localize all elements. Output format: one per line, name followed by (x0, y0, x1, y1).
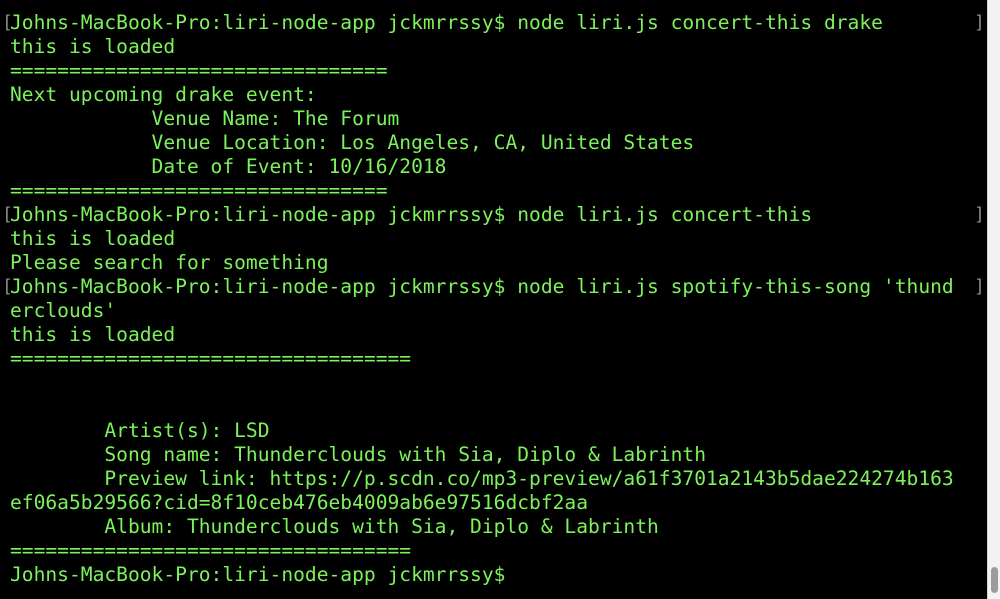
line-text: erclouds' (10, 299, 117, 322)
terminal-window[interactable]: [] Johns-MacBook-Pro:liri-node-app jckmrr… (0, 0, 1000, 599)
line-text: Preview link: https://p.scdn.co/mp3-prev… (10, 467, 954, 490)
output-line: this is loaded (0, 35, 990, 59)
output-line: ================================ (0, 59, 990, 83)
mark-bracket-left: [ (2, 204, 13, 225)
line-text: Next upcoming drake event: (10, 83, 317, 106)
mark-bracket-right: ] (974, 276, 985, 297)
line-text: ================================== (10, 347, 412, 370)
line-text: ================================== (10, 539, 412, 562)
mark-bracket-right: ] (974, 204, 985, 225)
line-text: Date of Event: 10/16/2018 (10, 155, 447, 178)
output-line: Date of Event: 10/16/2018 (0, 155, 990, 179)
line-text (0, 395, 10, 418)
line-text: this is loaded (10, 323, 176, 346)
scrollbar-thumb[interactable] (991, 567, 998, 593)
line-text: Artist(s): LSD (10, 419, 270, 442)
line-text: this is loaded (10, 35, 176, 58)
output-line: erclouds' (0, 299, 990, 323)
prompt-line: [] Johns-MacBook-Pro:liri-node-app jckmrr… (0, 275, 990, 299)
prompt-line: [] Johns-MacBook-Pro:liri-node-app jckmrr… (0, 203, 990, 227)
vertical-scrollbar[interactable] (987, 0, 1000, 599)
terminal-output[interactable]: [] Johns-MacBook-Pro:liri-node-app jckmrr… (0, 11, 990, 587)
line-text: ================================ (10, 179, 388, 202)
output-line: ================================ (0, 179, 990, 203)
output-line (0, 395, 990, 419)
line-text: Johns-MacBook-Pro:liri-node-app jckmrrss… (10, 563, 506, 586)
line-text: Album: Thunderclouds with Sia, Diplo & L… (10, 515, 659, 538)
line-text (0, 371, 10, 394)
mark-bracket-left: [ (2, 276, 13, 297)
line-text: this is loaded (10, 227, 176, 250)
mark-bracket-right: ] (974, 12, 985, 33)
output-line: Venue Name: The Forum (0, 107, 990, 131)
line-text: Venue Name: The Forum (10, 107, 400, 130)
output-line: this is loaded (0, 323, 990, 347)
output-line: Song name: Thunderclouds with Sia, Diplo… (0, 443, 990, 467)
output-line: this is loaded (0, 227, 990, 251)
output-line: ef06a5b29566?cid=8f10ceb476eb4009ab6e975… (0, 491, 990, 515)
output-line: ================================== (0, 539, 990, 563)
line-text: Song name: Thunderclouds with Sia, Diplo… (10, 443, 706, 466)
output-line: ================================== (0, 347, 990, 371)
output-line: Artist(s): LSD (0, 419, 990, 443)
line-text: ef06a5b29566?cid=8f10ceb476eb4009ab6e975… (10, 491, 589, 514)
line-text: Please search for something (10, 251, 329, 274)
mark-bracket-left: [ (2, 12, 13, 33)
line-text: Venue Location: Los Angeles, CA, United … (10, 131, 695, 154)
line-text: Johns-MacBook-Pro:liri-node-app jckmrrss… (10, 203, 813, 226)
output-line: Johns-MacBook-Pro:liri-node-app jckmrrss… (0, 563, 990, 587)
output-line: Venue Location: Los Angeles, CA, United … (0, 131, 990, 155)
output-line: Preview link: https://p.scdn.co/mp3-prev… (0, 467, 990, 491)
line-text: ================================ (10, 59, 388, 82)
output-line: Next upcoming drake event: (0, 83, 990, 107)
line-text: Johns-MacBook-Pro:liri-node-app jckmrrss… (10, 11, 883, 34)
line-text: Johns-MacBook-Pro:liri-node-app jckmrrss… (10, 275, 954, 298)
output-line: Album: Thunderclouds with Sia, Diplo & L… (0, 515, 990, 539)
output-line (0, 371, 990, 395)
prompt-line: [] Johns-MacBook-Pro:liri-node-app jckmrr… (0, 11, 990, 35)
output-line: Please search for something (0, 251, 990, 275)
